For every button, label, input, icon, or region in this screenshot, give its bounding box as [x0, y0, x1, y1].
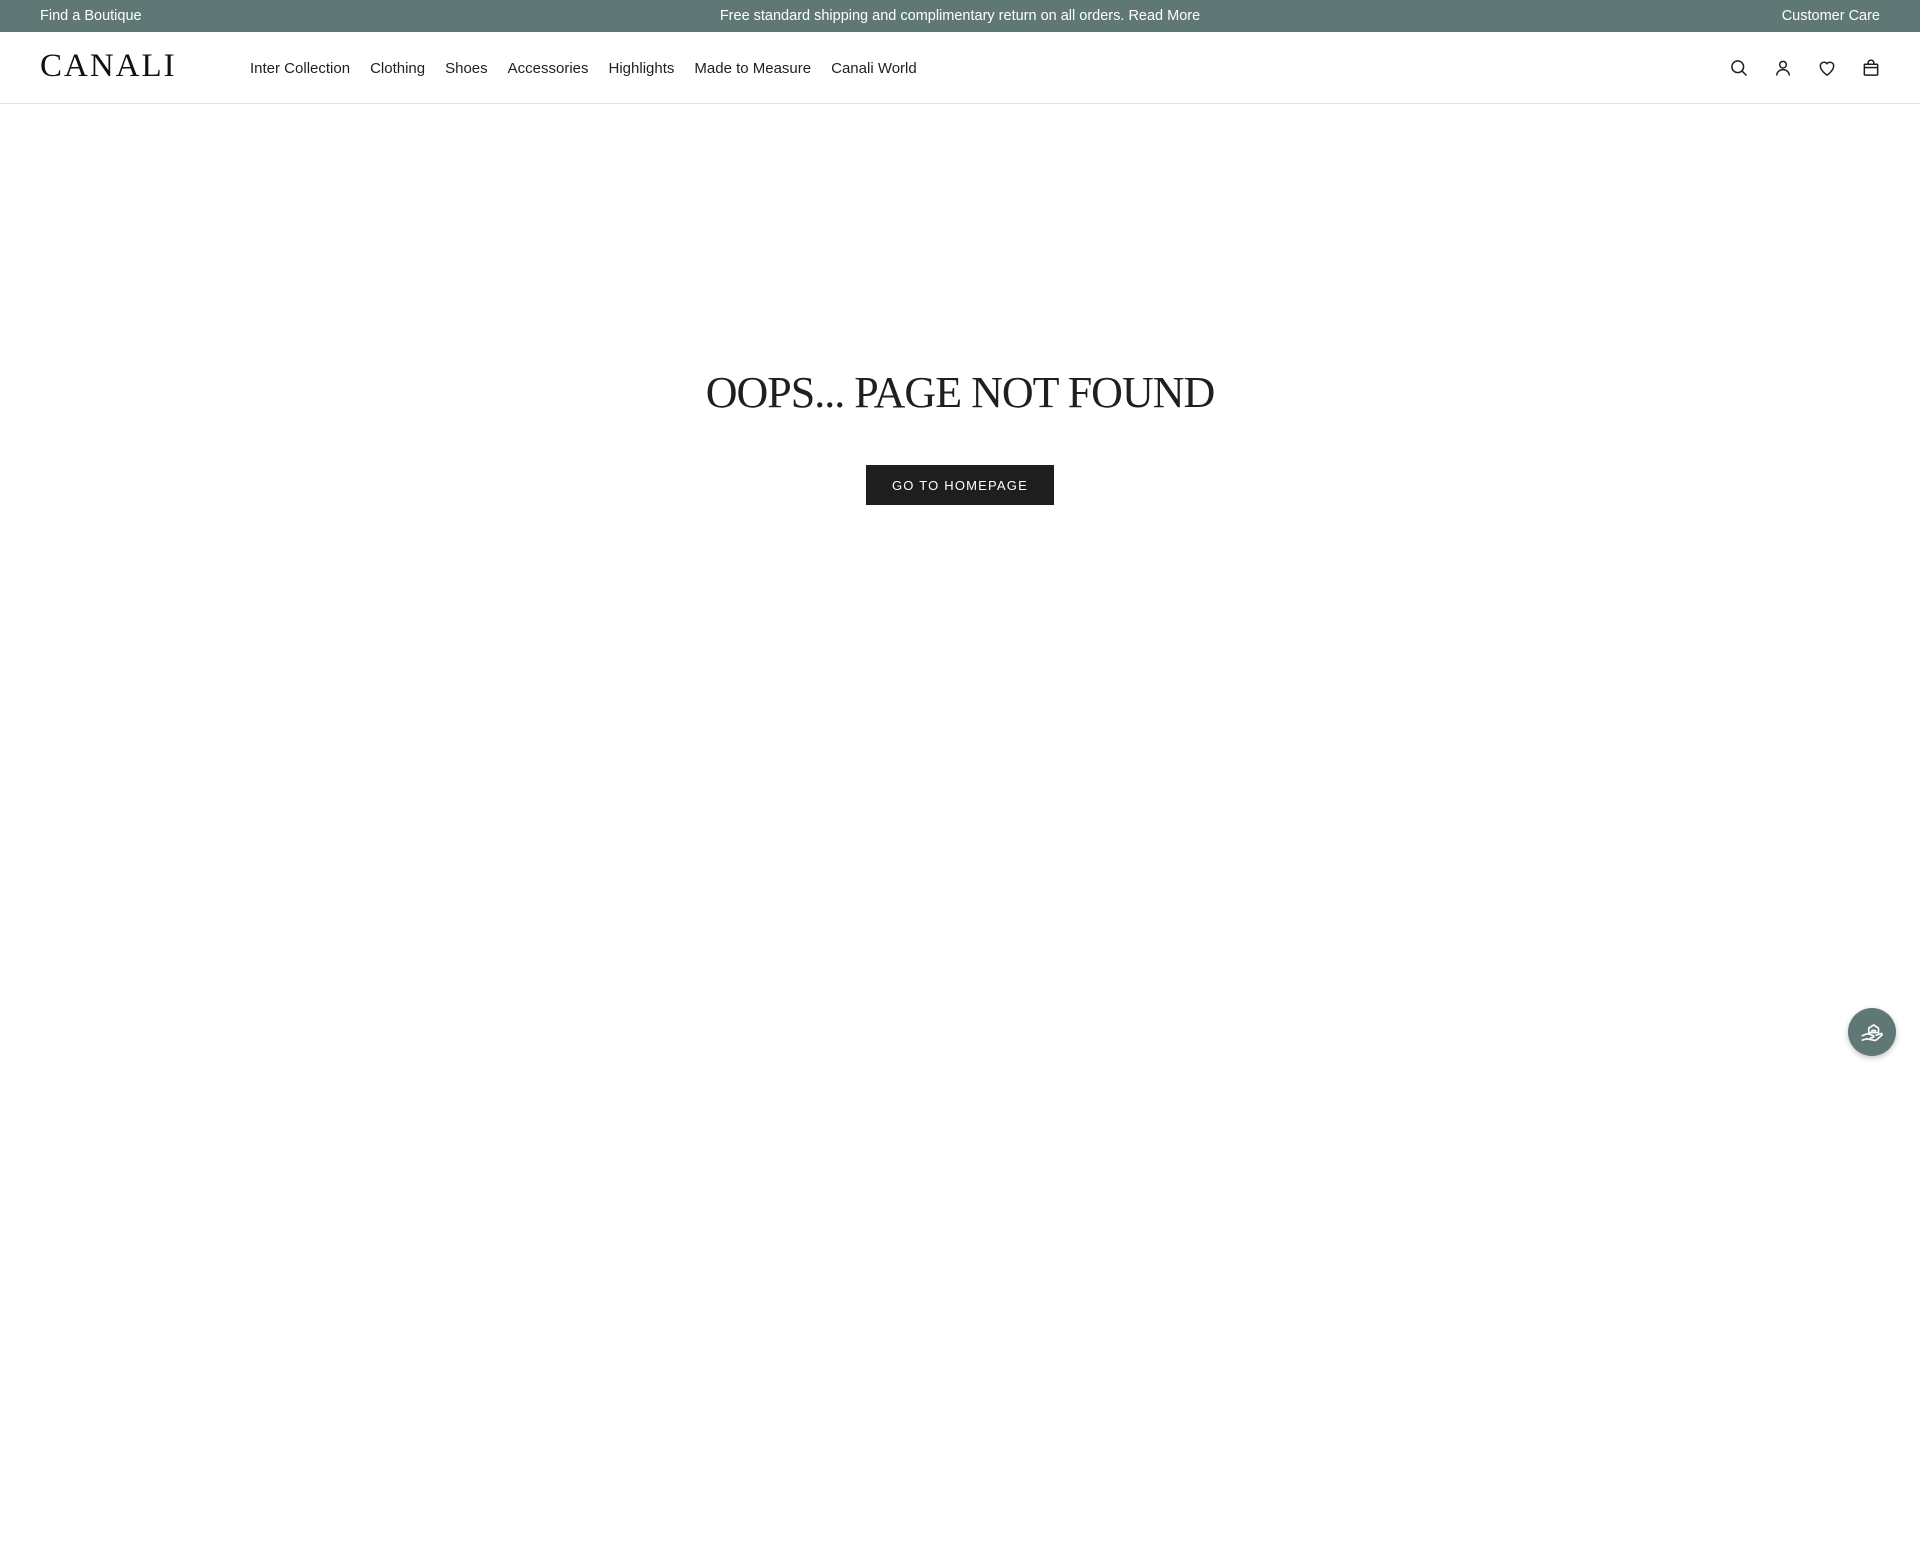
shopping-bag-icon[interactable] [1860, 57, 1882, 79]
nav-item-shoes[interactable]: Shoes [435, 60, 498, 77]
wishlist-heart-icon[interactable] [1816, 57, 1838, 79]
go-to-homepage-button[interactable]: GO TO HOMEPAGE [866, 465, 1054, 505]
header-actions [1728, 32, 1882, 104]
page-title: OOPS... PAGE NOT FOUND [705, 368, 1216, 417]
nav-item-accessories[interactable]: Accessories [498, 60, 599, 77]
canali-logo[interactable]: CANALI [40, 44, 177, 88]
customer-service-hand-icon [1861, 1024, 1883, 1042]
promo-message: Free standard shipping and complimentary… [0, 0, 1920, 32]
nav-item-made-to-measure[interactable]: Made to Measure [684, 60, 821, 77]
customer-care-link[interactable]: Customer Care [1782, 0, 1880, 32]
announcement-bar: Find a Boutique Free standard shipping a… [0, 0, 1920, 32]
nav-item-highlights[interactable]: Highlights [599, 60, 685, 77]
error-page-content: OOPS... PAGE NOT FOUND GO TO HOMEPAGE [0, 105, 1920, 1405]
search-icon[interactable] [1728, 57, 1750, 79]
promo-text: Free standard shipping and complimentary… [719, 8, 1125, 24]
nav-item-inter-collection[interactable]: Inter Collection [250, 60, 360, 77]
customer-service-button[interactable] [1848, 1008, 1896, 1056]
main-navigation: Inter Collection Clothing Shoes Accessor… [250, 32, 927, 104]
site-header: CANALI Inter Collection Clothing Shoes A… [0, 32, 1920, 104]
account-icon[interactable] [1772, 57, 1794, 79]
nav-item-canali-world[interactable]: Canali World [821, 60, 927, 77]
read-more-link[interactable]: Read More [1128, 8, 1200, 24]
nav-item-clothing[interactable]: Clothing [360, 60, 435, 77]
